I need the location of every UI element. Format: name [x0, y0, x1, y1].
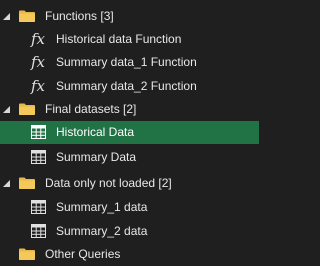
chevron-expanded-icon[interactable]	[3, 106, 10, 113]
query-label: Summary_2 data	[56, 224, 148, 238]
query-label: Summary data_1 Function	[56, 55, 197, 69]
table-icon	[31, 125, 46, 139]
query-label: Historical data Function	[56, 32, 182, 46]
group-data-only-not-loaded[interactable]: Data only not loaded [2]	[0, 172, 259, 195]
folder-icon	[19, 177, 35, 189]
table-icon	[31, 200, 46, 214]
query-item-summary-1-data[interactable]: Summary_1 data	[0, 196, 259, 219]
query-label: Historical Data	[56, 125, 135, 139]
query-item-summary-data[interactable]: Summary Data	[0, 146, 259, 169]
query-item-summary-data-2-function[interactable]: fx Summary data_2 Function	[0, 75, 259, 98]
chevron-expanded-icon[interactable]	[3, 13, 10, 20]
fx-icon: fx	[31, 77, 46, 95]
group-functions[interactable]: Functions [3]	[0, 5, 259, 28]
group-label: Final datasets [2]	[45, 102, 137, 116]
query-label: Summary Data	[56, 150, 137, 164]
queries-pane: Functions [3] fx Historical data Functio…	[0, 0, 259, 264]
fx-icon: fx	[31, 53, 46, 71]
table-icon	[31, 224, 46, 238]
table-icon	[31, 150, 46, 164]
query-item-historical-data[interactable]: Historical Data	[0, 121, 259, 144]
query-label: Summary data_2 Function	[56, 79, 197, 93]
chevron-expanded-icon[interactable]	[3, 180, 10, 187]
folder-icon	[19, 103, 35, 115]
group-label: Functions [3]	[45, 9, 114, 23]
folder-icon	[19, 248, 35, 260]
fx-icon: fx	[31, 30, 46, 48]
query-item-historical-data-function[interactable]: fx Historical data Function	[0, 28, 259, 51]
folder-icon	[19, 10, 35, 22]
group-other-queries[interactable]: Other Queries	[0, 243, 259, 266]
query-item-summary-data-1-function[interactable]: fx Summary data_1 Function	[0, 51, 259, 74]
group-label: Other Queries	[45, 247, 121, 261]
query-label: Summary_1 data	[56, 200, 148, 214]
query-item-summary-2-data[interactable]: Summary_2 data	[0, 220, 259, 243]
group-final-datasets[interactable]: Final datasets [2]	[0, 98, 259, 121]
group-label: Data only not loaded [2]	[45, 176, 172, 190]
